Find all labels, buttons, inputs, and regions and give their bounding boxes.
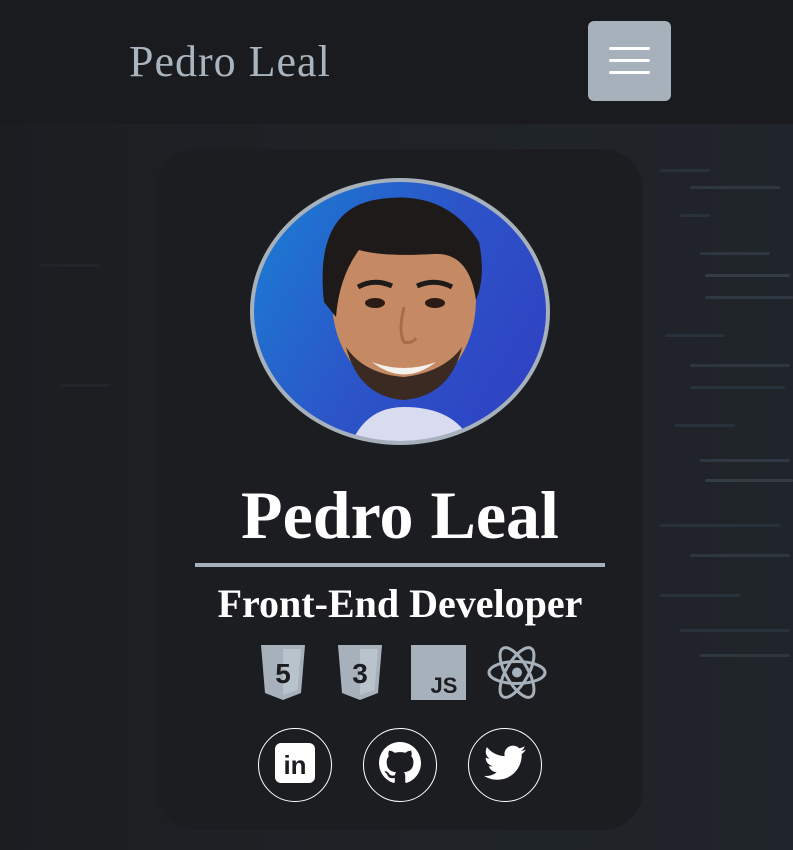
linkedin-icon: in [275,742,315,788]
profile-name: Pedro Leal [241,477,559,553]
linkedin-link[interactable]: in [258,728,332,802]
svg-text:in: in [283,750,306,780]
javascript-icon: JS [411,645,466,700]
github-link[interactable] [363,728,437,802]
github-icon [379,741,421,789]
react-icon [487,645,547,700]
svg-text:3: 3 [352,658,368,689]
brand-logo[interactable]: Pedro Leal [129,36,331,87]
menu-toggle-button[interactable] [588,21,671,101]
twitter-icon [484,745,526,786]
html5-icon: 5 [259,645,307,700]
svg-text:5: 5 [275,658,291,689]
name-divider [195,563,605,567]
profile-role: Front-End Developer [217,581,583,626]
css3-icon: 3 [336,645,384,700]
svg-text:JS: JS [431,673,458,698]
profile-photo [250,178,550,445]
navbar: Pedro Leal [0,0,793,124]
twitter-link[interactable] [468,728,542,802]
